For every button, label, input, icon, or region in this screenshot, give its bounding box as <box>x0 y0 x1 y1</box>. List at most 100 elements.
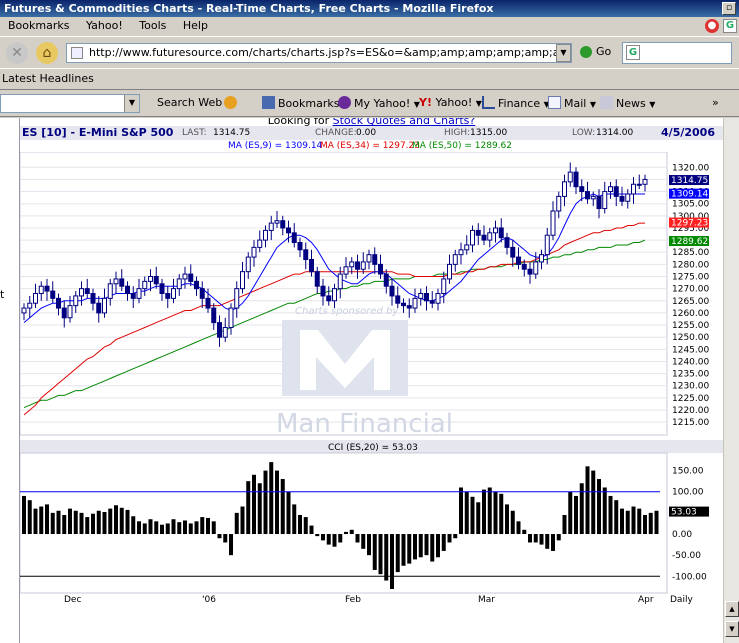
scroll-down-arrow[interactable]: ▼ <box>725 621 739 637</box>
candle-body <box>493 227 498 234</box>
candle-body <box>38 285 44 295</box>
yahoo-logo-icon: Y! <box>419 96 432 109</box>
search-input[interactable]: G <box>622 42 732 64</box>
menu-yahoo[interactable]: Yahoo! <box>81 17 128 34</box>
cci-bar <box>171 519 176 535</box>
cci-bar <box>50 512 55 535</box>
candle-body <box>251 246 257 258</box>
sponsor-logo-text: Man Financial <box>276 409 453 439</box>
candle-body <box>372 254 378 265</box>
candle-body <box>228 307 234 328</box>
news-label: News <box>616 97 646 110</box>
candle-body <box>274 220 280 224</box>
chart-date: 4/5/2006 <box>661 126 715 139</box>
chevron-down-icon[interactable]: ▼ <box>124 95 139 112</box>
last-value: 1314.75 <box>213 128 251 138</box>
candle-body <box>199 288 205 299</box>
candle-body <box>533 261 539 275</box>
yahoo-search-select[interactable]: ▼ <box>0 94 140 113</box>
go-label: Go <box>596 45 612 58</box>
candle-body <box>211 307 217 324</box>
candle-body <box>510 246 516 258</box>
address-dropdown-button[interactable]: ▼ <box>556 44 571 62</box>
home-button[interactable]: ⌂ <box>36 42 58 64</box>
candle-body <box>130 293 136 299</box>
price-tick-label: 1235.00 <box>672 370 709 380</box>
address-bar[interactable]: http://www.futuresource.com/charts/chart… <box>66 43 572 63</box>
google-toolbar-icon[interactable]: G <box>723 19 737 33</box>
change-label: CHANGE: <box>315 128 357 138</box>
go-button[interactable]: Go <box>580 45 611 58</box>
news-button[interactable]: News ▼ <box>600 96 655 110</box>
stop-loading-button[interactable]: ✕ <box>6 42 28 64</box>
cci-bar <box>424 534 429 556</box>
date-tick-label: Dec <box>64 595 81 605</box>
candle-body <box>90 293 96 304</box>
candle-body <box>498 227 504 239</box>
candle-body <box>567 171 573 183</box>
scroll-up-arrow[interactable]: ▲ <box>725 601 739 617</box>
candle-body <box>84 288 90 295</box>
cci-bar <box>447 534 452 543</box>
cci-bar <box>395 534 400 573</box>
toolbar-overflow-icon[interactable]: » <box>712 96 719 109</box>
candle-body <box>470 229 475 246</box>
yahoo-button[interactable]: Y! Yahoo! ▼ <box>419 96 482 109</box>
cci-tick-label: 0.00 <box>672 530 692 540</box>
latest-headlines-link[interactable]: Latest Headlines <box>2 72 94 85</box>
candle-body <box>608 186 613 193</box>
candle-body <box>349 261 355 268</box>
candle-body <box>447 263 452 280</box>
cci-bar <box>102 512 107 535</box>
candle-body <box>176 278 182 290</box>
candle-body <box>625 193 631 202</box>
cci-bar <box>608 495 613 535</box>
candle-body <box>33 293 38 304</box>
yahoo-crosshair-icon[interactable] <box>224 96 240 110</box>
value-tag-label: 1297.23 <box>671 219 708 229</box>
window-title: Futures & Commodities Charts - Real-Time… <box>4 2 494 15</box>
left-clipped-text: t <box>0 288 5 301</box>
finance-chart-icon <box>482 96 495 109</box>
bookmarks-label: Bookmarks <box>278 97 340 110</box>
candle-body <box>521 263 527 270</box>
candle-body <box>613 186 619 197</box>
my-yahoo-button[interactable]: My Yahoo! ▼ <box>338 96 420 110</box>
bookmarks-button[interactable]: Bookmarks ▼ <box>262 96 349 110</box>
vertical-scrollbar[interactable]: ▲ ▼ <box>723 118 739 643</box>
cci-bar <box>211 521 216 535</box>
candle-body <box>320 285 326 297</box>
cci-bar <box>372 534 377 570</box>
cci-bar <box>194 521 199 535</box>
menu-bar: Bookmarks Yahoo! Tools Help ● G <box>0 17 739 36</box>
candle-body <box>585 191 590 200</box>
candle-body <box>188 273 194 282</box>
candle-body <box>263 229 268 241</box>
menu-help[interactable]: Help <box>178 17 213 34</box>
mail-button[interactable]: Mail ▼ <box>548 96 596 110</box>
price-tick-label: 1305.00 <box>672 200 709 210</box>
menu-tools[interactable]: Tools <box>134 17 171 34</box>
ma50-legend: MA (ES,50) = 1289.62 <box>412 141 512 151</box>
change-value: 0.00 <box>356 128 377 138</box>
stop-icon[interactable]: ● <box>705 19 719 33</box>
window-control-button[interactable]: ▫ <box>722 2 736 15</box>
cci-bar <box>413 534 417 560</box>
cci-bar <box>459 487 463 535</box>
yahoo-label: Yahoo! <box>435 96 473 109</box>
candle-body <box>107 283 113 299</box>
cci-bar <box>562 514 567 535</box>
candle-body <box>303 249 309 261</box>
left-page-edge: t <box>0 118 20 643</box>
date-tick-label: '06 <box>202 595 216 605</box>
candle-body <box>27 302 33 309</box>
search-web-button[interactable]: Search Web ▼ <box>157 96 232 109</box>
cci-bar <box>246 481 251 535</box>
cci-bar <box>349 529 354 535</box>
candle-body <box>153 276 159 285</box>
menu-bookmarks[interactable]: Bookmarks <box>3 17 74 34</box>
candle-body <box>314 271 320 287</box>
price-tick-label: 1250.00 <box>672 333 709 343</box>
stock-quotes-link[interactable]: Stock Quotes and Charts? <box>333 118 476 126</box>
finance-button[interactable]: Finance ▼ <box>482 96 550 110</box>
